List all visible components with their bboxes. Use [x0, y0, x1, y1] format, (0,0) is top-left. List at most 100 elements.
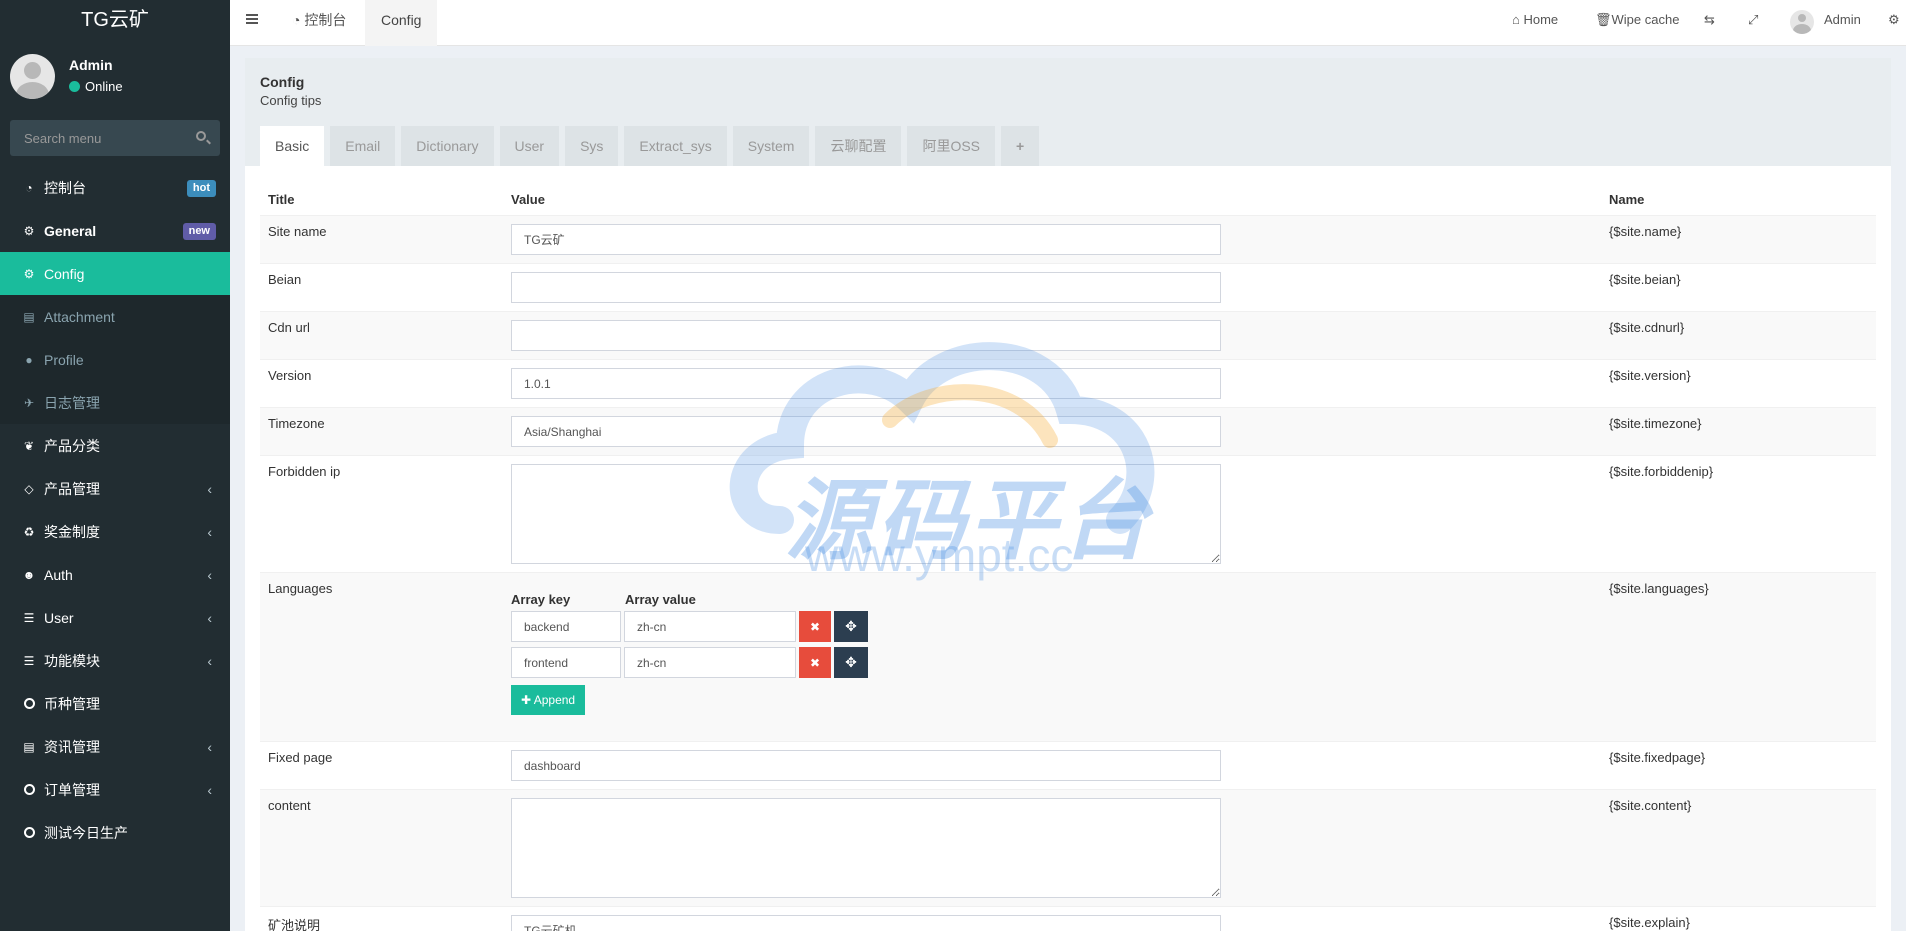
diamond-icon: ◇	[24, 481, 34, 496]
fullscreen-button[interactable]: ⤢	[1748, 0, 1758, 40]
row-title: Languages	[260, 572, 503, 742]
language-toggle[interactable]: ⇆	[1704, 0, 1715, 40]
wipe-cache-button[interactable]: 🗑Wipe cache	[1595, 0, 1679, 40]
language-icon: ⇆	[1704, 12, 1715, 27]
config-table: Title Value Name Site name {$site.name} …	[260, 180, 1876, 931]
chevron-left-icon: ‹	[207, 781, 212, 798]
search-icon[interactable]	[196, 131, 206, 141]
tab-extract-sys[interactable]: Extract_sys	[624, 126, 727, 166]
sidebar-item-label: User	[44, 609, 74, 626]
forbidden-ip-textarea[interactable]	[511, 464, 1221, 564]
arrows-icon: ✥	[845, 654, 857, 670]
search-menu-input[interactable]	[10, 120, 180, 156]
table-row: Fixed page {$site.fixedpage}	[260, 741, 1876, 790]
user-name: Admin	[69, 57, 113, 73]
remove-row-button[interactable]: ✖	[799, 611, 831, 642]
add-tab-button[interactable]: +	[1001, 126, 1040, 166]
sidebar-item-label: 控制台	[44, 179, 86, 196]
home-link[interactable]: ⌂ Home	[1512, 0, 1558, 40]
drag-row-handle[interactable]: ✥	[834, 647, 868, 678]
content-textarea[interactable]	[511, 798, 1221, 898]
row-name: {$site.beian}	[1601, 263, 1876, 312]
timezone-input[interactable]	[511, 416, 1221, 447]
tab-system[interactable]: System	[732, 126, 810, 166]
sidebar-item-user[interactable]: ☰ User ‹	[0, 596, 230, 639]
close-icon: ✖	[809, 619, 821, 634]
settings-button[interactable]: ⚙	[1888, 0, 1900, 40]
user-panel: Admin Online	[0, 40, 230, 115]
sidebar-item-logs[interactable]: ✈ 日志管理	[0, 381, 230, 424]
sidebar-menu: ◔ 控制台 hot ⚙ General new ⚙ Config ▤ Attac…	[0, 166, 230, 854]
tab-aliyun-oss[interactable]: 阿里OSS	[907, 126, 996, 166]
chevron-left-icon: ‹	[207, 480, 212, 497]
table-row: Languages Array key Array value ✖ ✥	[260, 572, 1876, 742]
config-panel: Config Config tips Basic Email Dictionar…	[245, 58, 1891, 931]
array-key-input[interactable]	[511, 647, 621, 678]
tab-config-label: Config	[381, 12, 422, 28]
row-title: Fixed page	[260, 741, 503, 790]
circle-icon	[22, 783, 36, 797]
sidebar-item-attachment[interactable]: ▤ Attachment	[0, 295, 230, 338]
sidebar-item-product-manage[interactable]: ◇ 产品管理 ‹	[0, 467, 230, 510]
tab-email[interactable]: Email	[330, 126, 396, 166]
site-name-input[interactable]	[511, 224, 1221, 255]
dashboard-icon: ◔	[25, 180, 33, 195]
cdn-url-input[interactable]	[511, 320, 1221, 351]
chevron-left-icon: ‹	[207, 652, 212, 669]
group-icon: ☻	[22, 567, 36, 582]
tab-dashboard[interactable]: ◔ 控制台	[276, 0, 362, 46]
sidebar-item-label: Config	[44, 265, 85, 282]
column-header-title: Title	[260, 180, 503, 216]
sidebar-item-config[interactable]: ⚙ Config	[0, 252, 230, 295]
list-alt-icon: ▤	[23, 739, 35, 754]
column-header-value: Value	[503, 180, 1601, 216]
row-title: content	[260, 789, 503, 907]
page-title: Config	[260, 74, 305, 90]
sidebar-item-dashboard[interactable]: ◔ 控制台 hot	[0, 166, 230, 209]
tab-config[interactable]: Config	[365, 0, 438, 46]
array-value-input[interactable]	[624, 611, 796, 642]
row-name: {$site.forbiddenip}	[1601, 455, 1876, 573]
version-input[interactable]	[511, 368, 1221, 399]
sidebar-item-product-category[interactable]: ❦ 产品分类	[0, 424, 230, 467]
admin-menu[interactable]: Admin	[1824, 0, 1861, 40]
tab-basic[interactable]: Basic	[260, 126, 325, 166]
languages-array-editor: Array key Array value ✖ ✥ ✖ ✥	[503, 572, 1601, 742]
page-tips: Config tips	[260, 93, 322, 108]
fixed-page-input[interactable]	[511, 750, 1221, 781]
hot-badge: hot	[186, 180, 216, 197]
sidebar-item-auth[interactable]: ☻ Auth ‹	[0, 553, 230, 596]
sidebar-item-general[interactable]: ⚙ General new	[0, 209, 230, 252]
sidebar-item-orders[interactable]: 订单管理 ‹	[0, 768, 230, 811]
sidebar-item-currency[interactable]: 币种管理	[0, 682, 230, 725]
row-title: Site name	[260, 215, 503, 264]
array-key-input[interactable]	[511, 611, 621, 642]
sidebar-item-modules[interactable]: ☰ 功能模块 ‹	[0, 639, 230, 682]
row-title: Version	[260, 359, 503, 408]
navbar-avatar[interactable]	[1790, 10, 1814, 34]
tab-dictionary[interactable]: Dictionary	[401, 126, 494, 166]
pool-explain-input[interactable]	[511, 915, 1221, 931]
admin-label: Admin	[1824, 12, 1861, 27]
trash-icon: 🗑	[1595, 12, 1612, 27]
leaf-icon: ❦	[23, 438, 35, 453]
tab-user[interactable]: User	[499, 126, 560, 166]
user-status: Online	[69, 79, 123, 94]
user-status-label: Online	[85, 79, 123, 94]
menu-toggle-icon[interactable]	[246, 14, 258, 24]
tab-yunliao-config[interactable]: 云聊配置	[815, 126, 902, 166]
remove-row-button[interactable]: ✖	[799, 647, 831, 678]
sidebar-item-news[interactable]: ▤ 资讯管理 ‹	[0, 725, 230, 768]
beian-input[interactable]	[511, 272, 1221, 303]
tab-sys[interactable]: Sys	[565, 126, 619, 166]
sidebar-item-test-production[interactable]: 测试今日生产	[0, 811, 230, 854]
row-title: Forbidden ip	[260, 455, 503, 573]
new-badge: new	[182, 223, 216, 240]
array-value-input[interactable]	[624, 647, 796, 678]
append-button[interactable]: ✚ Append	[511, 685, 586, 715]
sidebar-item-profile[interactable]: ● Profile	[0, 338, 230, 381]
brand-logo[interactable]: TG云矿	[0, 0, 230, 40]
sidebar-item-bonus[interactable]: ♻ 奖金制度 ‹	[0, 510, 230, 553]
sidebar-item-label: 币种管理	[44, 695, 100, 712]
drag-row-handle[interactable]: ✥	[834, 611, 868, 642]
